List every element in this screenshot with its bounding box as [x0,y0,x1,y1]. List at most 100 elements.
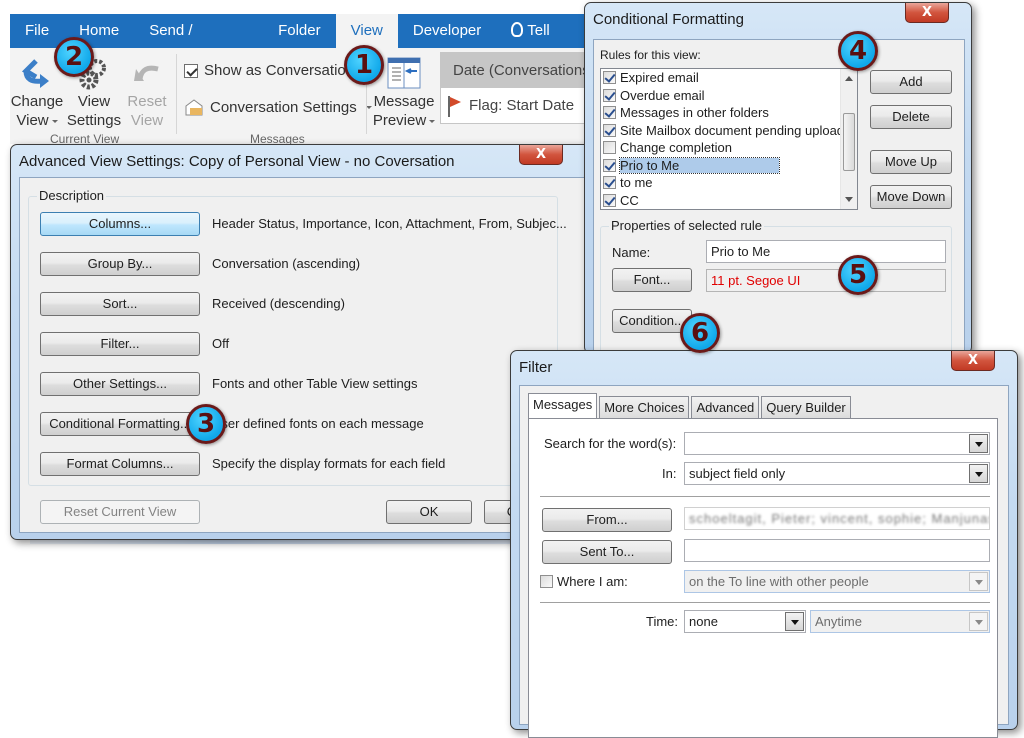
close-icon: X [967,353,979,368]
font-preview: 11 pt. Segoe UI [706,269,946,292]
time-range-value: Anytime [815,614,862,629]
scroll-down-icon[interactable] [845,197,853,202]
callout-badge-5: 5 [838,255,878,295]
show-as-conversations-label: Show as Conversations [204,62,362,79]
filter-button[interactable]: Filter... [40,332,200,356]
dialog-title: Filter [519,359,553,376]
move-up-button[interactable]: Move Up [870,150,952,174]
properties-label: Properties of selected rule [609,218,765,233]
dropdown-arrow-icon[interactable] [969,464,988,483]
tab-send-receive[interactable]: Send / Receive [134,14,263,73]
search-words-combobox[interactable] [684,432,990,455]
dialog-body: Messages More Choices Advanced Query Bui… [519,385,1009,738]
where-i-am-label: Where I am: [557,574,628,589]
filter-dialog: Filter X Messages More Choices Advanced … [510,350,1018,738]
conditional-formatting-button[interactable]: Conditional Formatting... [40,412,200,436]
divider [540,496,990,497]
arrangement-gallery: Date (Conversations) Flag: Start Date [440,52,588,124]
reset-view-button[interactable]: Reset View [124,54,170,130]
tab-developer[interactable]: Developer [398,14,496,48]
arrangement-flag-start-date[interactable]: Flag: Start Date [441,88,587,123]
checkbox-checked-icon[interactable] [603,106,616,120]
columns-value: Header Status, Importance, Icon, Attachm… [212,216,567,231]
time-range-combobox[interactable]: Anytime [810,610,990,633]
tab-tell-me[interactable]: Tell me [496,14,588,73]
from-value-redacted: schoeltagit, Pieter; vincent, sophie; Ma… [689,511,989,526]
conversation-settings-button[interactable]: Conversation Settings [184,98,372,116]
other-settings-button[interactable]: Other Settings... [40,372,200,396]
dialog-title: Conditional Formatting [593,11,744,28]
where-i-am-checkbox[interactable]: Where I am: [540,574,628,589]
rules-scrollbar[interactable] [840,69,857,209]
scroll-up-icon[interactable] [845,76,853,81]
rule-label: Messages in other folders [620,105,769,121]
close-button[interactable]: X [519,145,563,165]
sort-button[interactable]: Sort... [40,292,200,316]
tab-messages[interactable]: Messages [528,393,598,418]
from-button[interactable]: From... [542,508,672,532]
time-combobox[interactable]: none [684,610,806,633]
font-button[interactable]: Font... [612,268,692,292]
checkbox-unchecked-icon[interactable] [603,141,616,155]
ok-button[interactable]: OK [386,500,472,524]
in-combobox[interactable]: subject field only [684,462,990,485]
rule-label: Prio to Me [618,156,781,174]
close-icon: X [535,147,547,162]
checkbox-checked-icon[interactable] [603,71,616,85]
flag-icon [448,95,461,117]
close-button[interactable]: X [951,351,995,371]
checkbox-checked-icon[interactable] [603,176,616,190]
columns-button[interactable]: Columns... [40,212,200,236]
tab-file[interactable]: File [10,14,64,48]
rule-label: Change completion [620,140,733,156]
add-button[interactable]: Add [870,70,952,94]
description-label: Description [37,188,107,203]
reset-current-view-button[interactable]: Reset Current View [40,500,200,524]
callout-badge-2: 2 [54,37,94,77]
show-as-conversations-checkbox[interactable]: Show as Conversations [184,62,362,79]
envelope-open-icon [185,99,203,116]
sent-to-input[interactable] [684,539,990,562]
group-by-button[interactable]: Group By... [40,252,200,276]
dropdown-arrow-icon[interactable] [785,612,804,631]
from-input[interactable]: schoeltagit, Pieter; vincent, sophie; Ma… [684,507,990,530]
callout-badge-4: 4 [838,31,878,71]
ribbon-separator [176,54,177,134]
checkbox-checked-icon[interactable] [603,193,616,207]
arrangement-date-conversations[interactable]: Date (Conversations) [441,53,587,88]
close-button[interactable]: X [905,3,949,23]
tab-query-builder[interactable]: Query Builder [761,396,851,418]
rule-list-item[interactable]: Overdue email [601,87,857,105]
tab-advanced[interactable]: Advanced [691,396,760,418]
scroll-thumb[interactable] [843,113,855,171]
move-down-button[interactable]: Move Down [870,185,952,209]
rule-list-item[interactable]: Expired email [601,69,857,87]
rule-name-input[interactable]: Prio to Me [706,240,946,263]
dropdown-arrow-icon[interactable] [969,612,988,631]
rule-list-item[interactable]: Prio to Me [601,156,857,175]
rule-list-item[interactable]: Site Mailbox document pending upload [601,122,857,140]
rule-list-item[interactable]: Messages in other folders [601,104,857,122]
checkbox-unchecked-icon [540,575,553,588]
dropdown-arrow-icon[interactable] [969,434,988,453]
tab-more-choices[interactable]: More Choices [599,396,690,418]
rule-list-item[interactable]: CC [601,192,857,210]
format-columns-button[interactable]: Format Columns... [40,452,200,476]
checkbox-checked-icon[interactable] [603,158,616,172]
rules-listbox[interactable]: Expired email Overdue email Messages in ot… [600,68,858,210]
checkbox-checked-icon[interactable] [603,88,616,102]
tab-view[interactable]: View [335,14,398,48]
checkbox-checked-icon[interactable] [603,123,616,137]
time-value: none [689,614,718,629]
name-label: Name: [612,245,651,260]
tab-folder[interactable]: Folder [263,14,336,48]
dropdown-arrow-icon[interactable] [969,572,988,591]
rule-list-item[interactable]: Change completion [601,139,857,157]
lightbulb-icon [511,22,524,37]
rule-list-item[interactable]: to me [601,174,857,192]
rules-list: Expired email Overdue email Messages in ot… [601,69,857,209]
where-i-am-combobox[interactable]: on the To line with other people [684,570,990,593]
sent-to-button[interactable]: Sent To... [542,540,672,564]
delete-button[interactable]: Delete [870,105,952,129]
outlook-ribbon: File Home Send / Receive Folder View Dev… [10,14,588,146]
